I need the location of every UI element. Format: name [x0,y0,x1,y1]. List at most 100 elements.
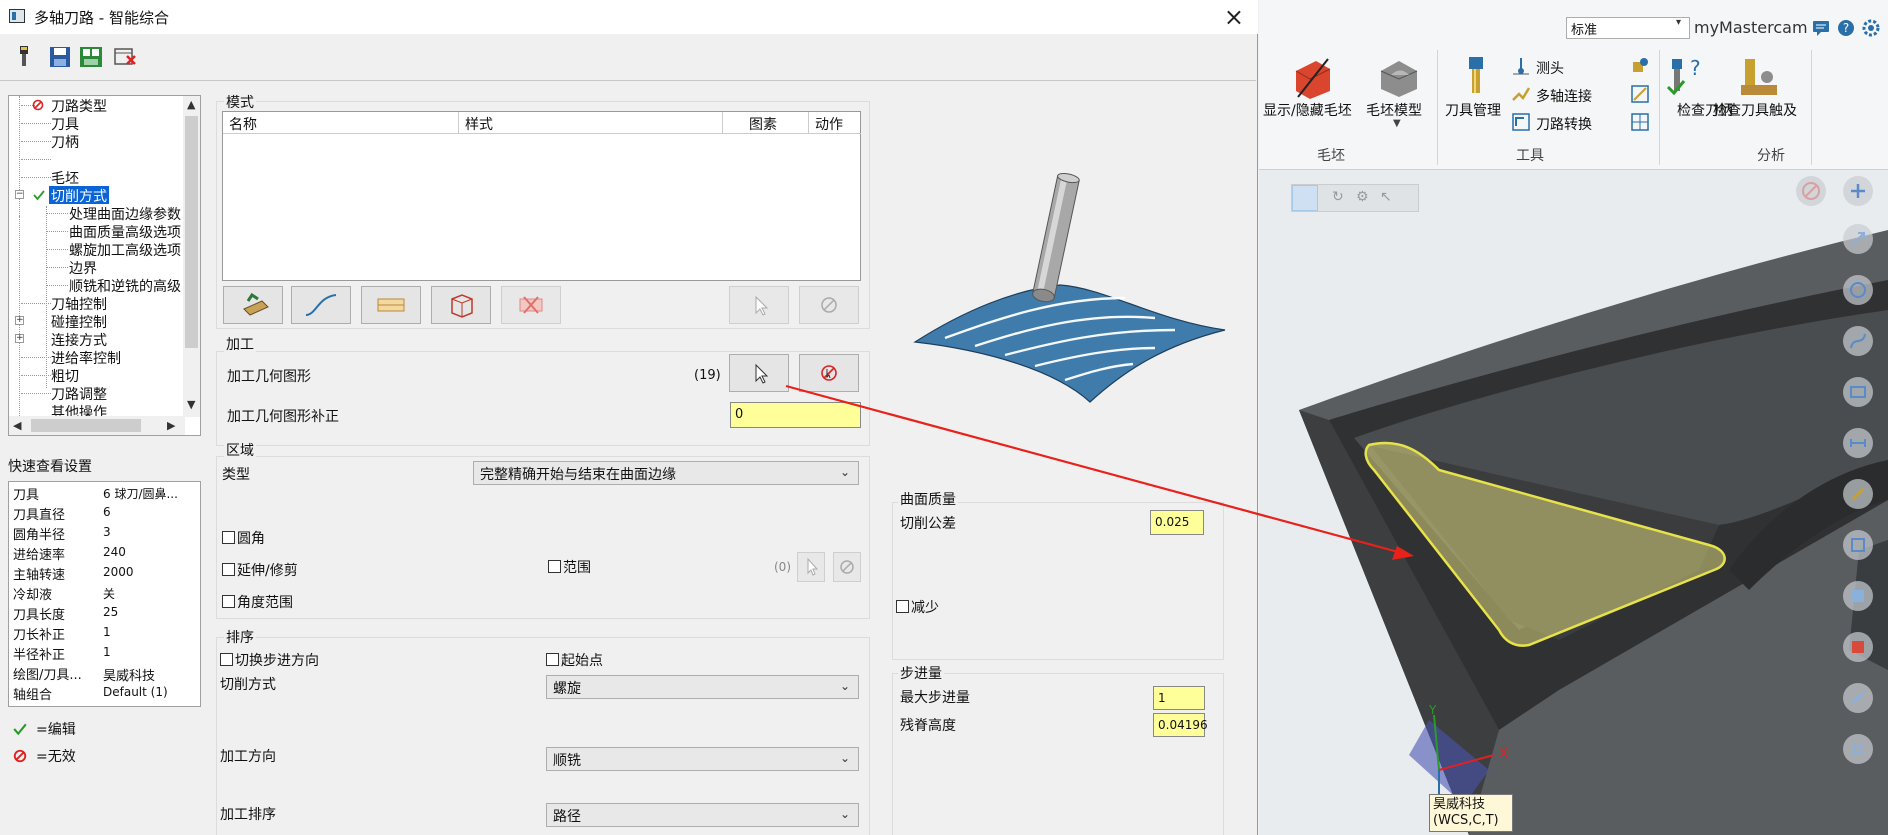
tree-item-climb-conventional[interactable]: 顺铣和逆铣的高级 [69,276,181,295]
save-icon[interactable] [48,44,72,70]
col-style[interactable]: 样式 [459,112,723,134]
surface-pattern-button[interactable] [361,286,421,324]
order-select[interactable]: 路径 ⌄ [546,803,859,827]
tree-item-roughing[interactable]: 粗切 [51,366,79,385]
tree-item-surface-edge[interactable]: 处理曲面边缘参数 [69,204,181,223]
scroll-left-icon[interactable]: ◀ [13,419,21,432]
checkbox-box[interactable] [222,595,235,608]
show-hide-stock-icon[interactable] [1292,55,1334,99]
extend-trim-checkbox[interactable]: 延伸/修剪 [222,560,298,580]
graph-icon[interactable] [1630,84,1650,104]
region-type-select[interactable]: 完整精确开始与结束在曲面边缘 ⌄ [473,461,859,485]
select-pattern-button[interactable] [729,286,789,324]
brush-icon[interactable] [1843,479,1873,509]
close-button[interactable]: × [1224,3,1244,31]
layers-icon[interactable] [1843,530,1873,560]
checkbox-box[interactable] [548,560,561,573]
start-point-checkbox[interactable]: 起始点 [546,650,603,670]
col-entities[interactable]: 图素 [723,112,809,134]
col-action[interactable]: 动作 [809,112,861,134]
help-icon[interactable]: ? [1837,19,1855,37]
pan-icon[interactable] [1843,224,1873,254]
tree-item-stock[interactable]: 毛坯 [51,168,79,187]
view-dropdown[interactable]: 标准 ▾ [1566,17,1690,39]
tree-horizontal-scrollbar[interactable]: ◀ ▶ [9,416,185,435]
tool-manager-label[interactable]: 刀具管理 [1445,100,1501,120]
direction-select[interactable]: 顺铣 ⌄ [546,747,859,771]
col-name[interactable]: 名称 [223,112,459,134]
save-all-icon[interactable] [79,44,103,70]
scroll-thumb[interactable] [185,116,198,348]
tool-table-icon[interactable] [1630,112,1650,132]
add-pattern-button[interactable] [223,286,283,324]
tree-item-spiral[interactable]: 螺旋加工高级选项 [69,240,181,259]
tree-vertical-scrollbar[interactable]: ▲ ▼ [183,96,200,417]
stock-model-label[interactable]: 毛坯模型 [1366,100,1422,120]
clear-pattern-button[interactable] [799,286,859,324]
show-hide-stock-label[interactable]: 显示/隐藏毛坯 [1263,100,1352,120]
settings-icon[interactable] [1862,19,1880,37]
plus-icon[interactable] [1843,176,1873,206]
checkbox-box[interactable] [222,563,235,576]
tree-item-boundary[interactable]: 边界 [69,258,97,277]
clear-geometry-button[interactable] [799,354,859,392]
graphics-viewport[interactable]: ↻ ⚙ ↖ X Y 昊威科技 (WCS,C,T) [1259,170,1888,835]
max-stepover-input[interactable]: 1 [1153,686,1205,710]
orbit-icon[interactable] [1843,275,1873,305]
camera-icon[interactable] [1843,377,1873,407]
delete-icon[interactable] [113,44,137,70]
range-clear-button[interactable] [833,552,861,582]
tree-expand-icon[interactable]: + [15,316,24,325]
scallop-input[interactable]: 0.04196 [1153,713,1208,737]
grid-icon[interactable] [1843,734,1873,764]
curve-icon[interactable] [1843,326,1873,356]
check-tool-reach-label[interactable]: 检查刀具触及 [1713,100,1797,120]
geometry-offset-input[interactable]: 0 [730,402,861,428]
solid-color-icon[interactable] [1843,632,1873,662]
scroll-up-icon[interactable]: ▲ [187,98,195,111]
angle-range-checkbox[interactable]: 角度范围 [222,592,293,612]
check-tool-reach-icon[interactable] [1737,55,1781,99]
tree-item-tool[interactable]: 刀具 [51,114,79,133]
tool-icon[interactable] [12,44,36,70]
checkbox-box[interactable] [220,653,233,666]
tree-item-linking[interactable]: 连接方式 [51,330,107,349]
solid-pattern-button[interactable] [431,286,491,324]
multiaxis-link-icon[interactable] [1511,84,1531,104]
checkbox-box[interactable] [222,531,235,544]
fillet-checkbox[interactable]: 圆角 [222,528,265,548]
pattern-grid[interactable]: 名称 样式 图素 动作 [222,111,861,281]
checkbox-box[interactable] [896,600,909,613]
tree-item-surface-quality[interactable]: 曲面质量高级选项 [69,222,181,241]
tree-item-holder[interactable]: 刀柄 [51,132,79,151]
multiaxis-link-label[interactable]: 多轴连接 [1536,86,1592,106]
chat-icon[interactable] [1812,19,1830,37]
tree-expand-icon[interactable]: + [15,334,24,343]
scroll-thumb[interactable] [31,419,141,432]
curve-pattern-button[interactable] [291,286,351,324]
tree-item-feedrate[interactable]: 进给率控制 [51,348,121,367]
no-entry-icon[interactable] [1796,176,1826,206]
measure-icon[interactable] [1843,428,1873,458]
scroll-right-icon[interactable]: ▶ [167,419,175,432]
range-select-button[interactable] [797,552,825,582]
tree-item-cut-pattern[interactable]: 切削方式 [49,186,109,205]
toolpath-transform-label[interactable]: 刀路转换 [1536,114,1592,134]
probe-icon[interactable] [1511,56,1531,76]
reduce-checkbox[interactable]: 减少 [896,597,939,617]
tree-collapse-icon[interactable]: − [15,190,24,199]
tree-item-tool-axis[interactable]: 刀轴控制 [51,294,107,313]
chevron-down-icon[interactable]: ▼ [1393,118,1401,129]
toolpath-transform-icon[interactable] [1511,112,1531,132]
switch-step-checkbox[interactable]: 切换步进方向 [220,650,319,670]
ruler-icon[interactable] [1843,683,1873,713]
tree-item-collision[interactable]: 碰撞控制 [51,312,107,331]
tool-holder-icon[interactable] [1630,56,1650,76]
probe-label[interactable]: 测头 [1536,58,1564,78]
tree-item-toolpath-type[interactable]: 刀路类型 [51,96,107,115]
checkbox-box[interactable] [546,653,559,666]
range-checkbox[interactable]: 范围 [548,557,591,577]
cut-method-select[interactable]: 螺旋 ⌄ [546,675,859,699]
select-geometry-button[interactable] [729,354,789,392]
tool-manager-icon[interactable] [1461,55,1491,97]
